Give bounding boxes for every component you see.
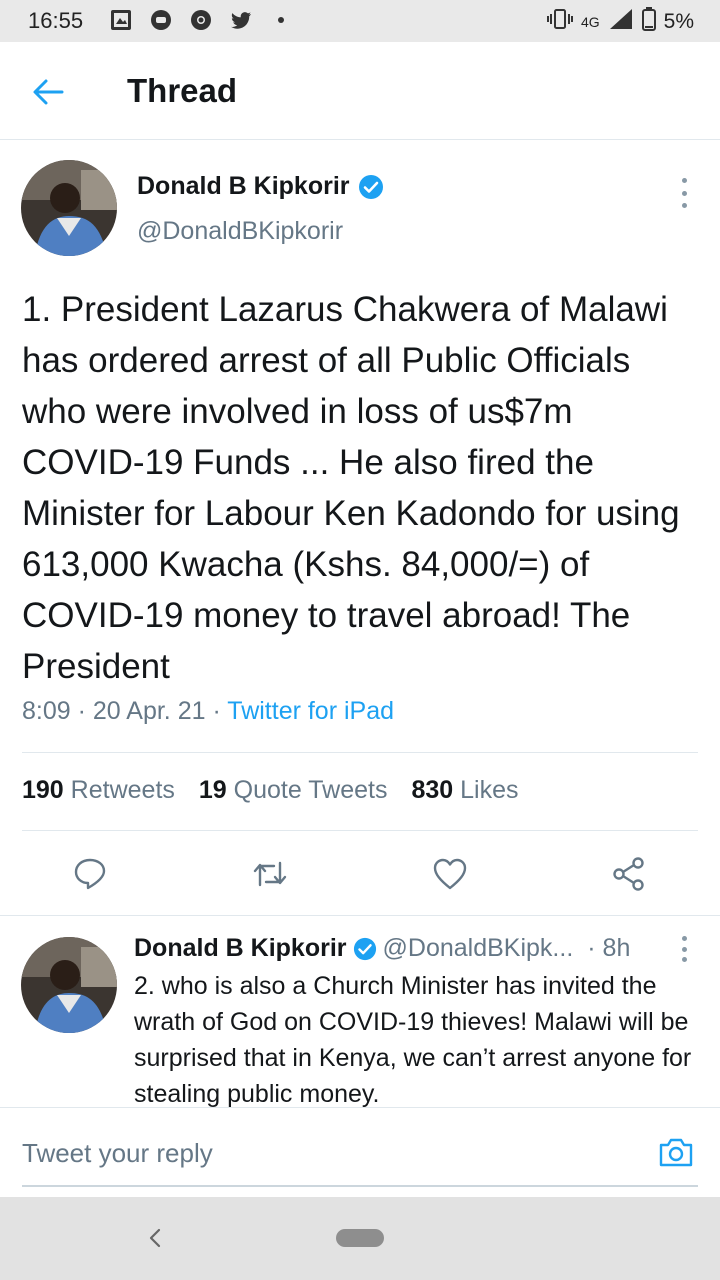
back-button[interactable] xyxy=(28,72,68,112)
photo-icon xyxy=(108,7,134,33)
heart-icon xyxy=(433,858,467,890)
tweet-source-link[interactable]: Twitter for iPad xyxy=(227,697,394,725)
reply-button[interactable] xyxy=(70,854,110,894)
divider xyxy=(22,752,698,753)
status-right: 4G 5% xyxy=(546,7,694,37)
retweet-button[interactable] xyxy=(250,854,290,894)
divider xyxy=(22,830,698,831)
tweet-actions xyxy=(0,850,720,900)
share-button[interactable] xyxy=(609,854,649,894)
more-options-icon[interactable] xyxy=(674,936,694,962)
share-icon xyxy=(613,857,644,891)
reply-time: · 8h xyxy=(587,934,631,962)
likes-stat[interactable]: 830 Likes xyxy=(411,776,518,805)
reply-author-name: Donald B Kipkorir xyxy=(134,934,347,962)
tweet-text: 1. President Lazarus Chakwera of Malawi … xyxy=(22,290,680,686)
quote-tweets-stat[interactable]: 19 Quote Tweets xyxy=(199,776,388,805)
verified-badge-icon xyxy=(358,174,383,199)
verified-badge-icon xyxy=(353,937,376,960)
reply-tweet-text[interactable]: 2. who is also a Church Minister has inv… xyxy=(134,968,704,1112)
tweet-date: 20 Apr. 21 xyxy=(92,697,206,725)
battery-icon xyxy=(641,7,656,37)
tweet-stats: 190 Retweets 19 Quote Tweets 830 Likes xyxy=(22,776,519,805)
system-nav-bar xyxy=(0,1197,720,1280)
avatar[interactable] xyxy=(21,937,117,1033)
divider xyxy=(0,915,720,916)
author-name-row[interactable]: Donald B Kipkorir xyxy=(137,172,384,201)
twitter-icon xyxy=(228,7,254,33)
reply-bar: Tweet your reply xyxy=(0,1107,720,1197)
avatar[interactable] xyxy=(21,160,117,256)
camera-icon xyxy=(659,1138,693,1167)
signal-icon xyxy=(608,7,634,37)
camera-button[interactable] xyxy=(656,1132,696,1172)
retweet-icon xyxy=(253,861,287,887)
author-name: Donald B Kipkorir xyxy=(137,172,350,200)
battery-percent: 5% xyxy=(663,10,694,33)
retweets-stat[interactable]: 190 Retweets xyxy=(22,776,175,805)
dot-icon xyxy=(268,7,294,33)
nav-back-button[interactable] xyxy=(140,1223,170,1253)
more-options-icon[interactable] xyxy=(674,178,694,208)
status-bar: 16:55 4G 5% xyxy=(0,0,720,42)
page-title: Thread xyxy=(127,72,238,109)
reply-input-underline xyxy=(22,1185,698,1187)
arrow-left-icon xyxy=(33,79,64,105)
tweet-time: 8:09 xyxy=(22,697,71,725)
chevron-left-icon xyxy=(149,1228,161,1248)
vibrate-icon xyxy=(546,8,573,36)
reply-input[interactable]: Tweet your reply xyxy=(22,1138,213,1169)
chrome-icon xyxy=(188,7,214,33)
network-type: 4G xyxy=(580,14,600,30)
reply-author-handle: @DonaldBKipk... xyxy=(382,934,574,962)
tweet-meta: 8:09 · 20 Apr. 21 · Twitter for iPad xyxy=(22,697,395,725)
nav-home-pill[interactable] xyxy=(336,1229,384,1247)
thread-header: Thread xyxy=(0,42,720,140)
like-button[interactable] xyxy=(430,854,470,894)
notification-icons xyxy=(108,7,294,33)
reply-icon xyxy=(74,858,106,890)
messenger-icon xyxy=(148,7,174,33)
reply-tweet-header[interactable]: Donald B Kipkorir @DonaldBKipk... · 8h xyxy=(134,934,630,963)
author-handle[interactable]: @DonaldBKipkorir xyxy=(137,217,343,246)
status-time: 16:55 xyxy=(28,8,84,33)
